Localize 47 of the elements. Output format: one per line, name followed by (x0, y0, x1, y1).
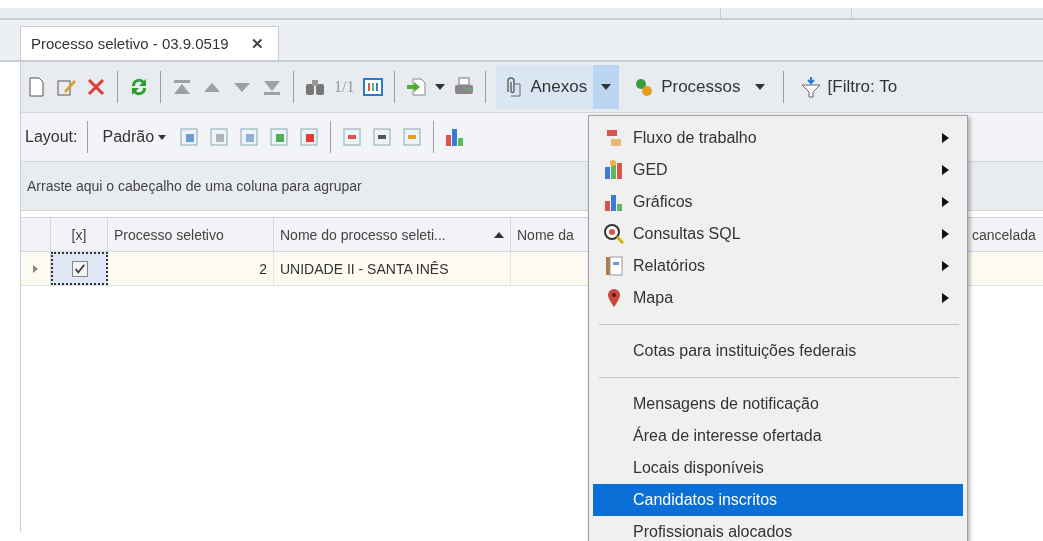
grid-tool-icon[interactable] (371, 126, 394, 148)
menu-item[interactable]: Gráficos (593, 186, 963, 218)
sort-ascending-icon (494, 231, 504, 238)
caret-icon (158, 134, 167, 140)
funnel-icon (799, 76, 822, 98)
menu-item[interactable]: Candidatos inscritos (593, 484, 963, 516)
layout-tool-icon[interactable] (208, 126, 231, 148)
checkbox[interactable] (71, 260, 88, 277)
check-icon (73, 262, 86, 275)
caret-icon[interactable] (435, 84, 446, 90)
group-by-hint: Arraste aqui o cabeçalho de uma coluna para agrupar (27, 178, 362, 194)
grid-tool-icon[interactable] (341, 126, 364, 148)
column-header[interactable]: [x] (51, 218, 108, 251)
menu-item[interactable]: Consultas SQL (593, 218, 963, 250)
checkbox-cell[interactable] (51, 252, 108, 285)
column-chooser-icon[interactable] (362, 76, 385, 98)
layout-tool-icon[interactable] (238, 126, 261, 148)
menu-item[interactable]: Fluxo de trabalho (593, 122, 963, 154)
caret-icon[interactable] (601, 84, 612, 90)
menu-item[interactable]: Mensagens de notificação (593, 388, 963, 420)
layout-label: Layout: (25, 128, 78, 146)
page-counter: 1/1 (334, 78, 355, 96)
export-icon[interactable] (405, 76, 428, 98)
menu-item[interactable]: Cotas para instituições federais (593, 335, 963, 367)
menu-item[interactable]: Locais disponíveis (593, 452, 963, 484)
row-indicator-icon (33, 264, 38, 273)
column-header[interactable]: Nome do processo seleti... (274, 218, 511, 251)
menu-item[interactable]: Relatórios (593, 250, 963, 282)
delete-icon[interactable] (85, 76, 107, 98)
document-tab[interactable]: Processo seletivo - 03.9.0519 ✕ (20, 26, 279, 60)
report-icon (603, 255, 625, 277)
layout-tool-icon[interactable] (178, 126, 201, 148)
layout-tool-icon[interactable] (298, 126, 321, 148)
processes-button[interactable]: Processos (627, 65, 773, 109)
magnifier-icon (603, 223, 625, 245)
menu-item[interactable]: Área de interesse ofertada (593, 420, 963, 452)
caret-icon[interactable] (754, 84, 765, 90)
layout-dropdown[interactable]: Padrão (98, 128, 171, 146)
table-cell: 2 (108, 252, 274, 285)
table-cell: UNIDADE II - SANTA INÊS (274, 252, 511, 285)
close-icon[interactable]: ✕ (250, 34, 264, 53)
menu-item[interactable]: GED (593, 154, 963, 186)
filter-button[interactable]: [Filtro: To (793, 76, 898, 98)
attachments-button[interactable]: Anexos (496, 65, 620, 109)
layout-tool-icon[interactable] (268, 126, 291, 148)
menu-item[interactable]: Profissionais alocados (593, 516, 963, 541)
column-header[interactable]: Processo seletivo (108, 218, 274, 251)
